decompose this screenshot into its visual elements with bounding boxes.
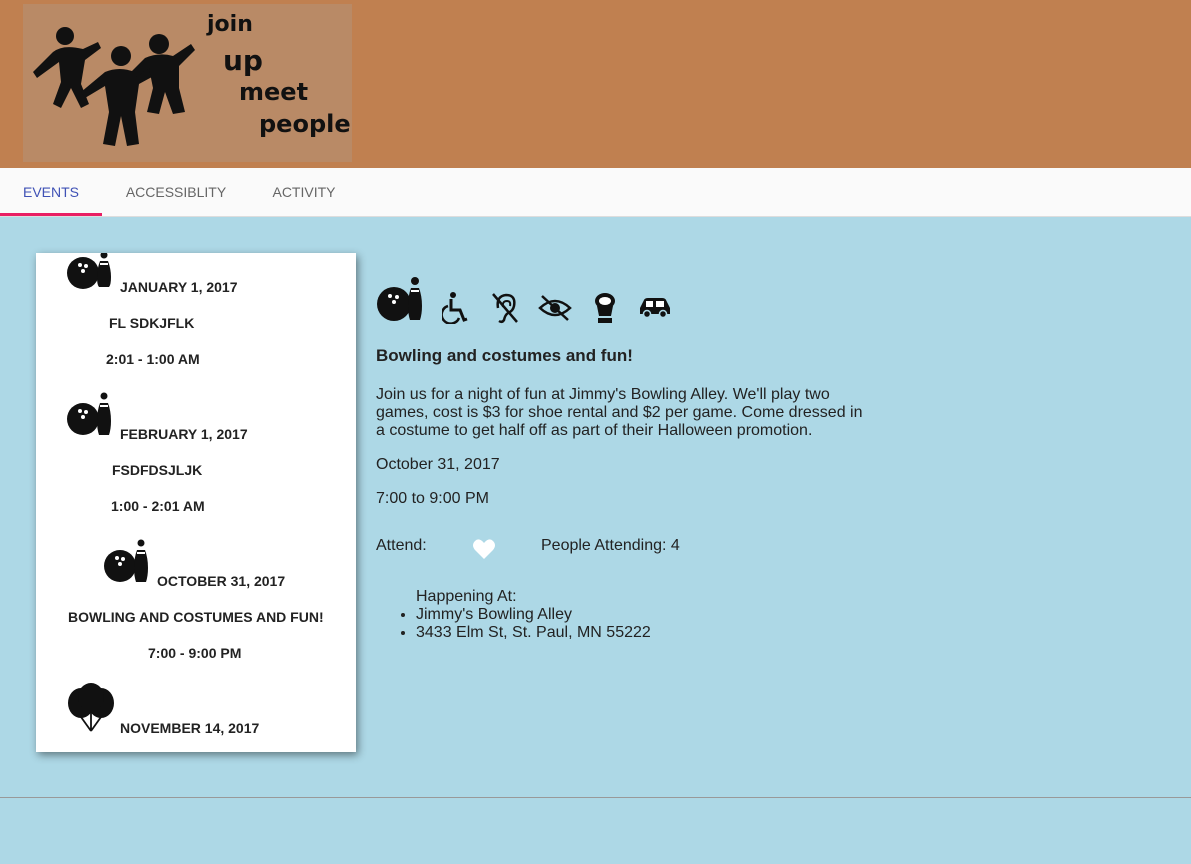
event-time: 7:00 to 9:00 PM xyxy=(376,490,489,507)
vision-impaired-icon xyxy=(538,295,572,321)
event-time: 1:00 - 2:01 AM xyxy=(111,498,205,514)
happening-at-label: Happening At: xyxy=(416,588,517,605)
logo-word-up: up xyxy=(223,44,263,77)
tab-events[interactable]: EVENTS xyxy=(0,168,102,216)
heart-icon[interactable] xyxy=(472,538,496,560)
event-time: 7:00 - 9:00 PM xyxy=(148,645,242,661)
event-name: FL SDKJFLK xyxy=(109,315,195,331)
restroom-icon xyxy=(595,293,615,323)
venue-address: 3433 Elm St, St. Paul, MN 55222 xyxy=(416,624,651,642)
logo-word-join: join xyxy=(207,12,253,37)
active-tab-indicator xyxy=(0,213,102,216)
car-icon xyxy=(640,298,670,318)
tab-accessibility[interactable]: ACCESSIBLITY xyxy=(116,168,236,216)
event-name: FSDFDSJLJK xyxy=(112,462,203,478)
logo-word-people: people xyxy=(259,110,351,138)
bowling-icon xyxy=(67,253,111,289)
tab-bar: EVENTS ACCESSIBLITY ACTIVITY xyxy=(0,168,1191,217)
event-description: Join us for a night of fun at Jimmy's Bo… xyxy=(376,386,863,439)
event-date: OCTOBER 31, 2017 xyxy=(157,573,286,589)
header: join up meet people xyxy=(0,0,1191,168)
event-date: NOVEMBER 14, 2017 xyxy=(120,720,260,736)
bowling-icon xyxy=(67,392,111,435)
balloons-icon xyxy=(68,683,114,732)
event-time: 2:01 - 1:00 AM xyxy=(106,351,200,367)
bowling-icon xyxy=(377,277,422,321)
bowling-icon xyxy=(104,539,148,582)
event-date: October 31, 2017 xyxy=(376,456,500,473)
logo[interactable]: join up meet people xyxy=(23,4,352,162)
wheelchair-icon xyxy=(442,292,468,324)
event-name: BOWLING AND COSTUMES AND FUN! xyxy=(68,609,324,625)
address-list: Jimmy's Bowling Alley 3433 Elm St, St. P… xyxy=(376,606,651,642)
venue-name: Jimmy's Bowling Alley xyxy=(416,606,651,624)
tab-activity[interactable]: ACTIVITY xyxy=(264,168,344,216)
attend-label: Attend: xyxy=(376,537,427,554)
event-title: Bowling and costumes and fun! xyxy=(376,346,633,365)
event-date: FEBRUARY 1, 2017 xyxy=(120,426,248,442)
event-list: JANUARY 1, 2017 FL SDKJFLK 2:01 - 1:00 A… xyxy=(36,253,356,752)
people-attending: People Attending: 4 xyxy=(541,537,680,554)
hearing-impaired-icon xyxy=(492,293,518,324)
footer-divider xyxy=(0,797,1191,798)
logo-word-meet: meet xyxy=(239,78,309,106)
event-date: JANUARY 1, 2017 xyxy=(120,279,238,295)
